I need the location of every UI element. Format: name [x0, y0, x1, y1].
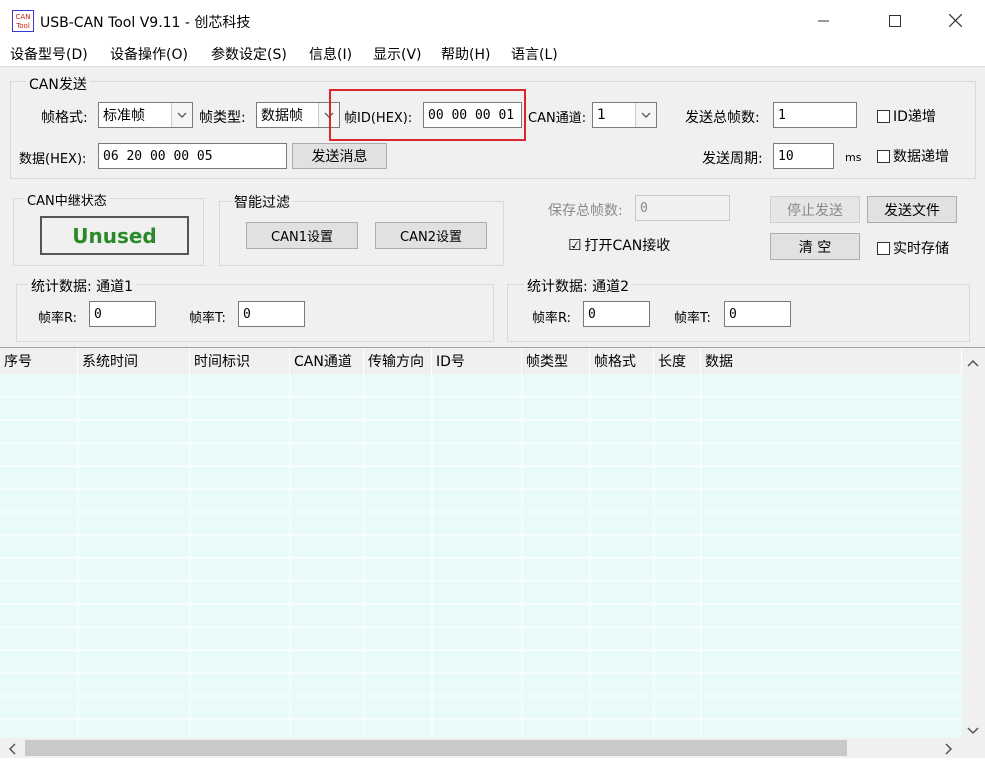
- period-unit: ms: [845, 151, 862, 164]
- id-increment-checkbox[interactable]: ID递增: [877, 106, 936, 126]
- stats-channel2-title: 统计数据: 通道2: [524, 276, 633, 296]
- save-total-input: 0: [635, 195, 730, 221]
- ch2-rate-t-label: 帧率T:: [674, 311, 711, 326]
- minimize-icon: [818, 20, 829, 21]
- menu-info[interactable]: 信息(I): [309, 44, 352, 64]
- data-hex-input[interactable]: 06 20 00 00 05: [98, 143, 287, 169]
- total-frames-label: 发送总帧数:: [685, 110, 760, 126]
- ch2-rate-r-label: 帧率R:: [532, 311, 572, 326]
- scroll-up-icon[interactable]: [967, 356, 979, 371]
- column-header-id[interactable]: ID号: [432, 348, 522, 374]
- close-icon: [948, 14, 962, 27]
- frame-format-label: 帧格式:: [41, 110, 88, 126]
- frame-format-value: 标准帧: [103, 108, 145, 124]
- can-channel-select[interactable]: 1: [592, 102, 657, 128]
- title-bar: CAN Tool USB-CAN Tool V9.11 - 创芯科技: [0, 0, 985, 41]
- column-header-index[interactable]: 序号: [0, 348, 78, 374]
- column-header-timestamp[interactable]: 时间标识: [190, 348, 290, 374]
- checkbox-box: [877, 109, 890, 123]
- horizontal-scrollbar[interactable]: [0, 738, 985, 758]
- frame-id-label: 帧ID(HEX):: [344, 111, 413, 126]
- scroll-down-icon[interactable]: [967, 724, 979, 739]
- table-body[interactable]: [0, 374, 962, 738]
- chevron-down-icon: [171, 103, 192, 127]
- smart-filter-group-title: 智能过滤: [231, 192, 293, 212]
- ch1-rate-t-label: 帧率T:: [189, 311, 226, 326]
- app-logo-icon: CAN Tool: [12, 10, 34, 32]
- stop-send-button[interactable]: 停止发送: [770, 196, 860, 223]
- can-channel-value: 1: [597, 107, 606, 123]
- data-hex-label: 数据(HEX):: [19, 152, 87, 167]
- total-frames-input[interactable]: 1: [773, 102, 857, 128]
- table-grid-lines: [0, 374, 962, 738]
- table-header: 序号 系统时间 时间标识 CAN通道 传输方向 ID号 帧类型 帧格式 长度 数…: [0, 348, 962, 375]
- menu-device-operation[interactable]: 设备操作(O): [110, 44, 188, 64]
- can2-settings-button[interactable]: CAN2设置: [375, 222, 487, 249]
- close-button[interactable]: [932, 0, 978, 41]
- column-header-can-channel[interactable]: CAN通道: [290, 348, 364, 374]
- vertical-scrollbar[interactable]: [962, 348, 985, 738]
- frame-id-input[interactable]: 00 00 00 01: [423, 102, 522, 128]
- can1-settings-button[interactable]: CAN1设置: [246, 222, 358, 249]
- minimize-button[interactable]: [801, 0, 847, 41]
- save-total-label: 保存总帧数:: [548, 203, 623, 219]
- menu-parameter-settings[interactable]: 参数设定(S): [211, 44, 287, 64]
- send-period-label: 发送周期:: [702, 151, 763, 167]
- maximize-button[interactable]: [872, 0, 918, 41]
- menu-help[interactable]: 帮助(H): [441, 44, 490, 64]
- checked-checkbox-icon: ☑: [568, 235, 582, 254]
- app-logo-text-bottom: Tool: [15, 22, 30, 30]
- app-logo-text-top: CAN: [16, 13, 31, 21]
- id-increment-label: ID递增: [893, 109, 936, 125]
- realtime-save-checkbox[interactable]: 实时存储: [877, 238, 949, 258]
- checkbox-box: [877, 241, 890, 255]
- column-header-system-time[interactable]: 系统时间: [78, 348, 190, 374]
- message-table[interactable]: 序号 系统时间 时间标识 CAN通道 传输方向 ID号 帧类型 帧格式 长度 数…: [0, 347, 985, 764]
- relay-status-display: Unused: [40, 216, 189, 255]
- menu-language[interactable]: 语言(L): [511, 44, 558, 64]
- maximize-icon: [889, 14, 901, 27]
- stats-channel1-title: 统计数据: 通道1: [28, 276, 137, 296]
- ch1-rate-t-value: 0: [238, 301, 305, 327]
- clear-button[interactable]: 清 空: [770, 233, 860, 260]
- ch2-rate-r-value: 0: [583, 301, 650, 327]
- open-can-receive-label: 打开CAN接收: [584, 238, 671, 254]
- open-can-receive-checkbox[interactable]: ☑ 打开CAN接收: [568, 235, 670, 255]
- frame-format-select[interactable]: 标准帧: [98, 102, 193, 128]
- window-title: USB-CAN Tool V9.11 - 创芯科技: [40, 15, 251, 31]
- data-increment-label: 数据递增: [893, 149, 949, 165]
- frame-type-select[interactable]: 数据帧: [256, 102, 340, 128]
- ch1-rate-r-label: 帧率R:: [38, 311, 78, 326]
- scroll-right-icon[interactable]: [945, 743, 953, 759]
- menu-device-model[interactable]: 设备型号(D): [10, 44, 88, 64]
- column-header-frame-type[interactable]: 帧类型: [522, 348, 590, 374]
- realtime-save-label: 实时存储: [893, 241, 949, 257]
- checkbox-box: [877, 149, 890, 163]
- scroll-left-icon[interactable]: [8, 743, 16, 759]
- can-relay-group-title: CAN中继状态: [24, 190, 110, 209]
- menu-display[interactable]: 显示(V): [373, 44, 422, 64]
- horizontal-scroll-thumb[interactable]: [25, 740, 847, 756]
- frame-type-value: 数据帧: [261, 108, 303, 124]
- menu-bar: 设备型号(D) 设备操作(O) 参数设定(S) 信息(I) 显示(V) 帮助(H…: [0, 41, 985, 67]
- can-channel-label: CAN通道:: [528, 111, 587, 126]
- column-header-data[interactable]: 数据: [701, 348, 962, 374]
- can-send-group-title: CAN发送: [26, 74, 90, 94]
- send-file-button[interactable]: 发送文件: [867, 196, 957, 223]
- ch2-rate-t-value: 0: [724, 301, 791, 327]
- send-message-button[interactable]: 发送消息: [292, 143, 387, 169]
- column-header-frame-format[interactable]: 帧格式: [590, 348, 654, 374]
- column-header-direction[interactable]: 传输方向: [364, 348, 432, 374]
- data-increment-checkbox[interactable]: 数据递增: [877, 146, 949, 166]
- column-header-length[interactable]: 长度: [654, 348, 701, 374]
- send-period-input[interactable]: 10: [773, 143, 834, 169]
- ch1-rate-r-value: 0: [89, 301, 156, 327]
- frame-type-label: 帧类型:: [199, 110, 246, 126]
- chevron-down-icon: [635, 103, 656, 127]
